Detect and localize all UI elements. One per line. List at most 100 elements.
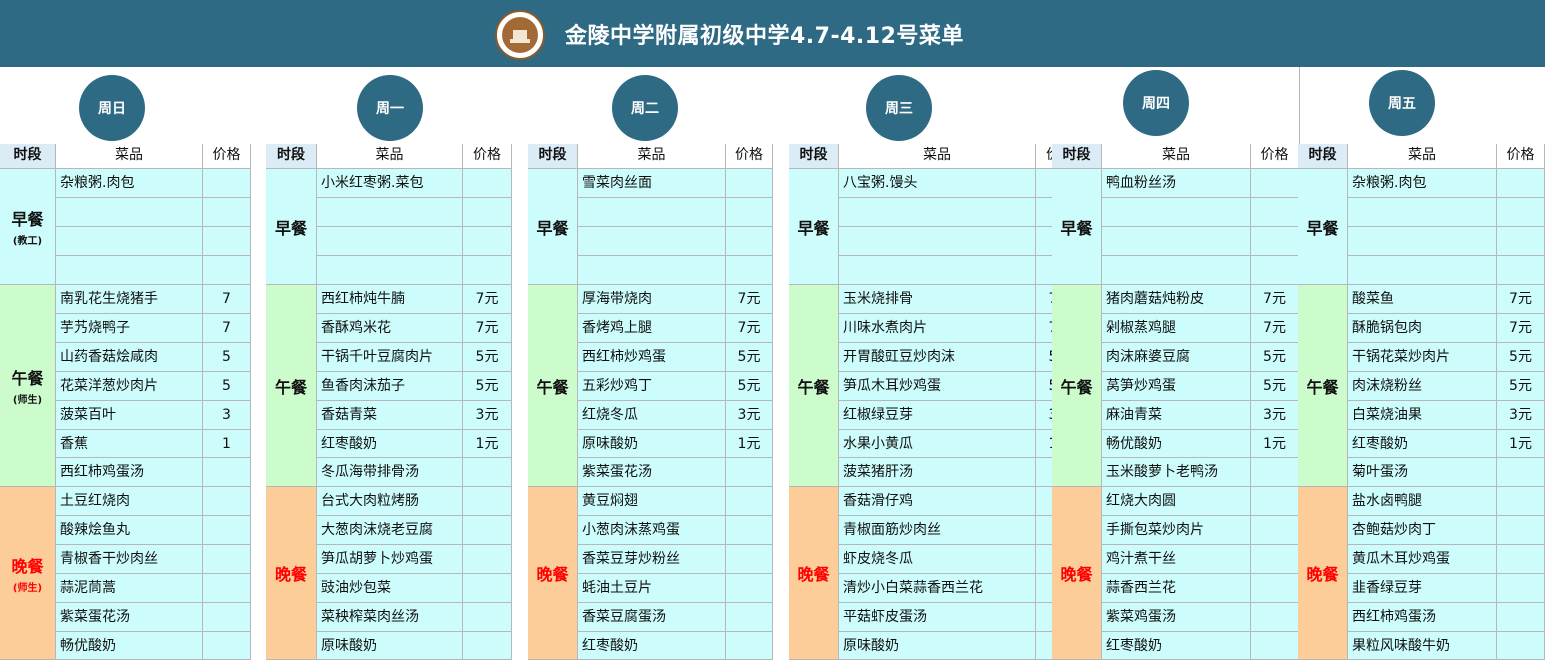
price-cell[interactable] — [726, 256, 773, 285]
dish-cell[interactable]: 芋艿烧鸭子 — [56, 314, 203, 343]
dish-cell[interactable]: 红枣酸奶 — [1348, 430, 1497, 458]
dish-cell[interactable]: 红枣酸奶 — [317, 430, 463, 458]
price-cell[interactable] — [1251, 227, 1299, 256]
price-cell[interactable] — [1497, 603, 1545, 632]
dish-cell[interactable]: 西红柿炖牛腩 — [317, 285, 463, 314]
price-cell[interactable]: 5 — [203, 343, 251, 372]
price-cell[interactable]: 1元 — [463, 430, 512, 458]
price-cell[interactable] — [726, 603, 773, 632]
price-cell[interactable] — [463, 198, 512, 227]
dish-cell[interactable]: 西红柿鸡蛋汤 — [56, 458, 203, 487]
price-cell[interactable] — [203, 487, 251, 516]
dish-cell[interactable] — [1102, 198, 1251, 227]
price-cell[interactable] — [463, 516, 512, 545]
price-cell[interactable]: 7元 — [726, 285, 773, 314]
price-cell[interactable] — [463, 574, 512, 603]
dish-cell[interactable]: 白菜烧油果 — [1348, 401, 1497, 430]
dish-cell[interactable]: 小葱肉沫蒸鸡蛋 — [578, 516, 726, 545]
dish-cell[interactable]: 菊叶蛋汤 — [1348, 458, 1497, 487]
price-cell[interactable]: 3元 — [463, 401, 512, 430]
dish-cell[interactable]: 青椒面筋炒肉丝 — [839, 516, 1036, 545]
price-cell[interactable] — [1251, 256, 1299, 285]
dish-cell[interactable]: 干锅花菜炒肉片 — [1348, 343, 1497, 372]
dish-cell[interactable]: 青椒香干炒肉丝 — [56, 545, 203, 574]
dish-cell[interactable]: 台式大肉粒烤肠 — [317, 487, 463, 516]
dish-cell[interactable]: 杏鲍菇炒肉丁 — [1348, 516, 1497, 545]
price-cell[interactable] — [203, 516, 251, 545]
dish-cell[interactable]: 土豆红烧肉 — [56, 487, 203, 516]
dish-cell[interactable]: 五彩炒鸡丁 — [578, 372, 726, 401]
dish-cell[interactable]: 玉米酸萝卜老鸭汤 — [1102, 458, 1251, 487]
price-cell[interactable]: 7 — [203, 314, 251, 343]
price-cell[interactable] — [203, 574, 251, 603]
dish-cell[interactable]: 紫菜鸡蛋汤 — [1102, 603, 1251, 632]
dish-cell[interactable]: 菜秧榨菜肉丝汤 — [317, 603, 463, 632]
dish-cell[interactable]: 酸辣烩鱼丸 — [56, 516, 203, 545]
price-cell[interactable] — [1497, 574, 1545, 603]
dish-cell[interactable]: 香菜豆芽炒粉丝 — [578, 545, 726, 574]
dish-cell[interactable] — [839, 256, 1036, 285]
dish-cell[interactable] — [1348, 198, 1497, 227]
price-cell[interactable]: 7元 — [1497, 285, 1545, 314]
price-cell[interactable] — [1497, 632, 1545, 660]
dish-cell[interactable]: 鸡汁煮干丝 — [1102, 545, 1251, 574]
dish-cell[interactable] — [839, 198, 1036, 227]
price-cell[interactable] — [203, 198, 251, 227]
dish-cell[interactable]: 剁椒蒸鸡腿 — [1102, 314, 1251, 343]
dish-cell[interactable]: 小米红枣粥.菜包 — [317, 169, 463, 198]
dish-cell[interactable]: 大葱肉沫烧老豆腐 — [317, 516, 463, 545]
dish-cell[interactable] — [1348, 227, 1497, 256]
dish-cell[interactable]: 鸭血粉丝汤 — [1102, 169, 1251, 198]
price-cell[interactable] — [203, 545, 251, 574]
dish-cell[interactable] — [56, 256, 203, 285]
price-cell[interactable] — [726, 632, 773, 660]
dish-cell[interactable]: 豉油炒包菜 — [317, 574, 463, 603]
price-cell[interactable] — [726, 198, 773, 227]
dish-cell[interactable]: 蚝油土豆片 — [578, 574, 726, 603]
price-cell[interactable] — [1497, 487, 1545, 516]
price-cell[interactable]: 1元 — [1251, 430, 1299, 458]
dish-cell[interactable]: 玉米烧排骨 — [839, 285, 1036, 314]
dish-cell[interactable]: 蒜香西兰花 — [1102, 574, 1251, 603]
dish-cell[interactable]: 南乳花生烧猪手 — [56, 285, 203, 314]
dish-cell[interactable]: 开胃酸豇豆炒肉沫 — [839, 343, 1036, 372]
dish-cell[interactable]: 红烧冬瓜 — [578, 401, 726, 430]
price-cell[interactable] — [726, 458, 773, 487]
dish-cell[interactable]: 花菜洋葱炒肉片 — [56, 372, 203, 401]
dish-cell[interactable]: 红枣酸奶 — [578, 632, 726, 660]
price-cell[interactable] — [1251, 632, 1299, 660]
dish-cell[interactable]: 紫菜蛋花汤 — [578, 458, 726, 487]
dish-cell[interactable]: 黄瓜木耳炒鸡蛋 — [1348, 545, 1497, 574]
dish-cell[interactable] — [1102, 256, 1251, 285]
price-cell[interactable] — [463, 256, 512, 285]
dish-cell[interactable]: 蒜泥茼蒿 — [56, 574, 203, 603]
price-cell[interactable] — [726, 545, 773, 574]
dish-cell[interactable]: 杂粮粥.肉包 — [56, 169, 203, 198]
dish-cell[interactable]: 干锅千叶豆腐肉片 — [317, 343, 463, 372]
dish-cell[interactable]: 水果小黄瓜 — [839, 430, 1036, 458]
dish-cell[interactable] — [839, 227, 1036, 256]
dish-cell[interactable]: 肉沫麻婆豆腐 — [1102, 343, 1251, 372]
dish-cell[interactable]: 果粒风味酸牛奶 — [1348, 632, 1497, 660]
price-cell[interactable]: 1元 — [1497, 430, 1545, 458]
dish-cell[interactable]: 香菇青菜 — [317, 401, 463, 430]
price-cell[interactable]: 3元 — [726, 401, 773, 430]
price-cell[interactable] — [463, 227, 512, 256]
price-cell[interactable]: 3 — [203, 401, 251, 430]
dish-cell[interactable]: 虾皮烧冬瓜 — [839, 545, 1036, 574]
price-cell[interactable] — [1497, 227, 1545, 256]
dish-cell[interactable]: 畅优酸奶 — [56, 632, 203, 660]
price-cell[interactable]: 3元 — [1497, 401, 1545, 430]
dish-cell[interactable] — [1102, 227, 1251, 256]
price-cell[interactable]: 7元 — [726, 314, 773, 343]
price-cell[interactable] — [1497, 198, 1545, 227]
dish-cell[interactable]: 原味酸奶 — [578, 430, 726, 458]
price-cell[interactable]: 5元 — [1251, 343, 1299, 372]
price-cell[interactable]: 3元 — [1251, 401, 1299, 430]
dish-cell[interactable]: 厚海带烧肉 — [578, 285, 726, 314]
price-cell[interactable]: 7元 — [463, 285, 512, 314]
dish-cell[interactable]: 八宝粥.馒头 — [839, 169, 1036, 198]
price-cell[interactable]: 7 — [203, 285, 251, 314]
price-cell[interactable] — [726, 227, 773, 256]
dish-cell[interactable]: 杂粮粥.肉包 — [1348, 169, 1497, 198]
